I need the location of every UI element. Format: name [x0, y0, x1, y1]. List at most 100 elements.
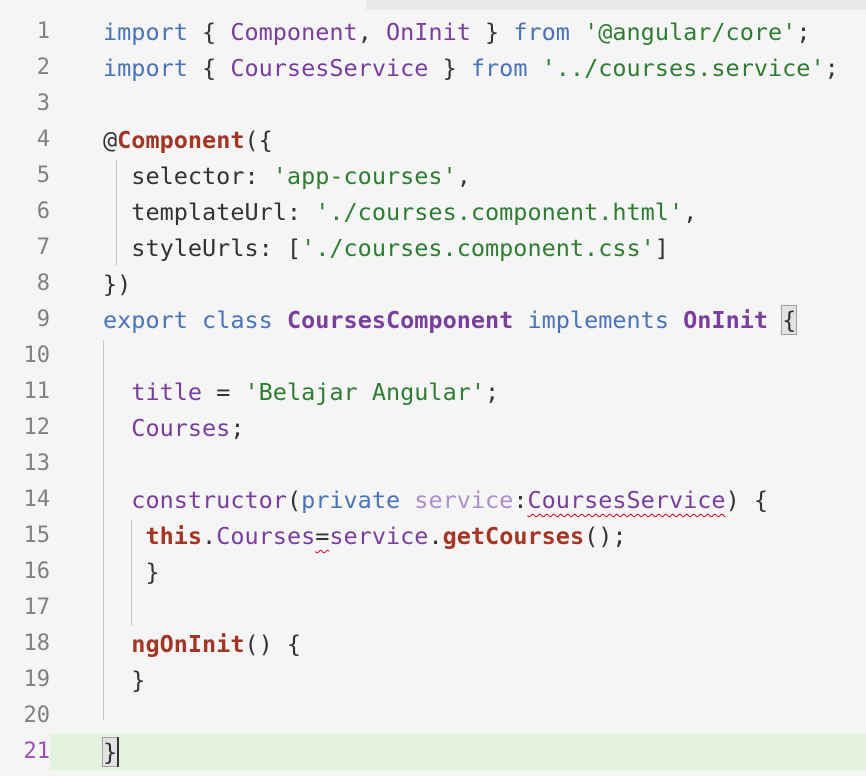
indent-guide-class	[103, 340, 104, 720]
code-token: ,	[456, 162, 471, 190]
line-number: 13	[23, 451, 51, 476]
line-number: 6	[36, 199, 50, 224]
tab-bar-strip	[366, 0, 866, 10]
code-token: selector:	[103, 162, 273, 190]
code-text: styleUrls: ['./courses.component.css']	[103, 230, 669, 266]
code-text: export class CoursesComponent implements…	[103, 302, 798, 338]
code-token: Component	[117, 126, 245, 154]
code-line[interactable]: 13	[0, 446, 866, 482]
line-number: 8	[36, 271, 50, 296]
line-number: 21	[0, 734, 50, 770]
code-token: import	[103, 54, 188, 82]
code-line[interactable]: 12 Courses;	[0, 410, 866, 446]
code-line[interactable]: 16 }	[0, 554, 866, 590]
code-line[interactable]: 21}	[0, 734, 866, 770]
code-text: @Component({	[103, 122, 273, 158]
line-number: 14	[23, 487, 51, 512]
code-text: this.Courses=service.getCourses();	[103, 518, 627, 554]
code-line[interactable]: 17	[0, 590, 866, 626]
code-token: ({	[244, 126, 273, 154]
code-token: export	[103, 306, 188, 334]
code-token: service	[414, 486, 514, 514]
code-token: ();	[584, 522, 627, 550]
code-token: 'Belajar Angular'	[244, 378, 486, 406]
code-token: Courses	[131, 414, 231, 442]
code-token: ;	[796, 18, 811, 46]
code-text: import { Component, OnInit } from '@angu…	[103, 14, 810, 50]
code-line[interactable]: 6 templateUrl: './courses.component.html…	[0, 194, 866, 230]
code-token: .	[202, 522, 217, 550]
code-line[interactable]: 4 @Component({	[0, 122, 866, 158]
text-cursor	[117, 737, 119, 767]
code-token: styleUrls: [	[103, 234, 302, 262]
code-text: ngOnInit() {	[103, 626, 301, 662]
code-token: Courses	[216, 522, 316, 550]
code-token: }	[103, 666, 146, 694]
line-number: 11	[23, 379, 51, 404]
line-number: 5	[36, 163, 50, 188]
code-token: import	[103, 18, 188, 46]
code-line[interactable]: 9 export class CoursesComponent implement…	[0, 302, 866, 338]
code-text: title = 'Belajar Angular';	[103, 374, 499, 410]
code-token: private	[301, 486, 401, 514]
line-number: 15	[23, 523, 51, 548]
code-line[interactable]: 5 selector: 'app-courses',	[0, 158, 866, 194]
code-token: ;	[485, 378, 500, 406]
code-text: constructor(private service:CoursesServi…	[103, 482, 768, 518]
code-token: OnInit	[385, 18, 471, 46]
code-token: =	[202, 378, 245, 406]
code-token: './courses.component.html'	[315, 198, 684, 226]
code-line[interactable]: 3	[0, 86, 866, 122]
code-token: ;	[230, 414, 245, 442]
code-line[interactable]: 10	[0, 338, 866, 374]
code-line[interactable]: 8})	[0, 266, 866, 302]
code-line[interactable]: 14 constructor(private service:CoursesSe…	[0, 482, 866, 518]
code-line[interactable]: 20	[0, 698, 866, 734]
code-token: implements	[527, 306, 669, 334]
code-line[interactable]: 11 title = 'Belajar Angular';	[0, 374, 866, 410]
code-token: (	[286, 486, 302, 514]
code-line[interactable]: 2 import { CoursesService } from '../cour…	[0, 50, 866, 86]
code-line[interactable]: 15 this.Courses=service.getCourses();	[0, 518, 866, 554]
code-token: :	[513, 486, 528, 514]
code-token: '../courses.service'	[541, 54, 825, 82]
code-line[interactable]: 19 }	[0, 662, 866, 698]
code-token: ]	[654, 234, 669, 262]
code-line[interactable]: 18 ngOnInit() {	[0, 626, 866, 662]
code-token: .	[428, 522, 443, 550]
line-number: 20	[23, 703, 51, 728]
code-token: CoursesService	[527, 486, 726, 514]
code-text: selector: 'app-courses',	[103, 158, 471, 194]
code-token: service	[329, 522, 429, 550]
code-line[interactable]: 1 import { Component, OnInit } from '@ang…	[0, 14, 866, 50]
line-number: 9	[36, 307, 50, 332]
code-token: ngOnInit	[131, 630, 245, 658]
code-text: templateUrl: './courses.component.html',	[103, 194, 697, 230]
code-text: import { CoursesService } from '../cours…	[103, 50, 839, 86]
code-token: CoursesService	[230, 54, 429, 82]
code-token: getCourses	[442, 522, 585, 550]
code-token: '@angular/core'	[584, 18, 797, 46]
line-number: 18	[23, 631, 51, 656]
line-number: 7	[36, 235, 50, 260]
code-token: from	[513, 18, 570, 46]
code-line[interactable]: 7 styleUrls: ['./courses.component.css']	[0, 230, 866, 266]
code-token: }	[428, 54, 471, 82]
line-number: 12	[23, 415, 51, 440]
code-token: {	[781, 305, 798, 335]
indent-guide-constructor	[131, 520, 132, 626]
code-token: CoursesComponent	[286, 306, 514, 334]
code-editor[interactable]: 1 import { Component, OnInit } from '@ang…	[0, 0, 866, 776]
code-token: {	[187, 54, 231, 82]
code-text: }	[103, 662, 145, 698]
